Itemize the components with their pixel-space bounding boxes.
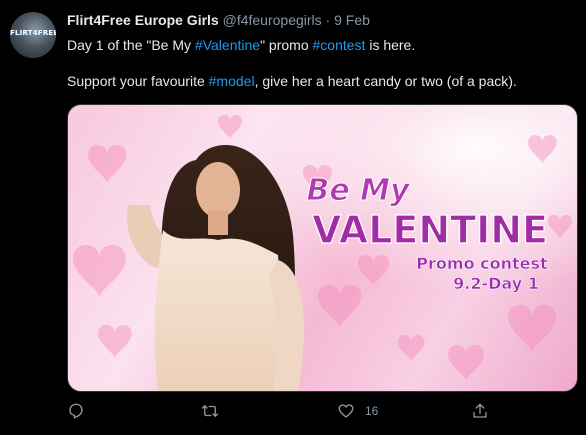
tweet[interactable]: FLIRT4FREE Flirt4Free Europe Girls @f4fe… bbox=[0, 0, 586, 435]
promo-date: 9.2-Day 1 bbox=[453, 274, 539, 293]
heart-icon bbox=[338, 404, 354, 418]
hashtag-contest[interactable]: #contest bbox=[313, 37, 366, 53]
like-button[interactable]: 16 bbox=[337, 397, 378, 425]
text-segment: " promo bbox=[260, 37, 313, 53]
avatar-logo-text: FLIRT4FREE bbox=[10, 29, 56, 37]
tweet-date[interactable]: 9 Feb bbox=[334, 12, 370, 28]
author-handle[interactable]: @f4feuropegirls bbox=[223, 12, 322, 28]
text-segment: Support your favourite bbox=[67, 73, 209, 89]
reply-icon bbox=[69, 403, 83, 419]
text-segment: Day 1 of the "Be My bbox=[67, 37, 195, 53]
tweet-text: Day 1 of the "Be My #Valentine" promo #c… bbox=[67, 36, 573, 90]
hashtag-valentine[interactable]: #Valentine bbox=[195, 37, 260, 53]
promo-image: Be My VALENTINE Promo contest 9.2-Day 1 bbox=[68, 105, 577, 391]
retweet-icon bbox=[201, 405, 219, 417]
tweet-image[interactable]: Be My VALENTINE Promo contest 9.2-Day 1 bbox=[67, 104, 578, 392]
promo-subtitle: Promo contest bbox=[416, 254, 548, 273]
like-count: 16 bbox=[365, 404, 379, 418]
tweet-text-line1: Day 1 of the "Be My #Valentine" promo #c… bbox=[67, 36, 573, 54]
author-name[interactable]: Flirt4Free Europe Girls bbox=[67, 12, 219, 28]
share-button[interactable] bbox=[471, 397, 489, 425]
tweet-header: Flirt4Free Europe Girls @f4feuropegirls … bbox=[67, 12, 370, 28]
retweet-button[interactable] bbox=[201, 397, 219, 425]
text-segment: , give her a heart candy or two (of a pa… bbox=[254, 73, 517, 89]
promo-title-line1: Be My bbox=[306, 173, 411, 208]
text-segment: is here. bbox=[365, 37, 416, 53]
reply-button[interactable] bbox=[67, 397, 85, 425]
avatar[interactable]: FLIRT4FREE bbox=[10, 12, 56, 58]
promo-title-line2: VALENTINE bbox=[312, 208, 548, 252]
tweet-text-line2: Support your favourite #model, give her … bbox=[67, 72, 573, 90]
separator: · bbox=[325, 12, 331, 28]
hashtag-model[interactable]: #model bbox=[209, 73, 255, 89]
tweet-actions: 16 bbox=[67, 397, 576, 425]
share-icon bbox=[473, 403, 487, 418]
